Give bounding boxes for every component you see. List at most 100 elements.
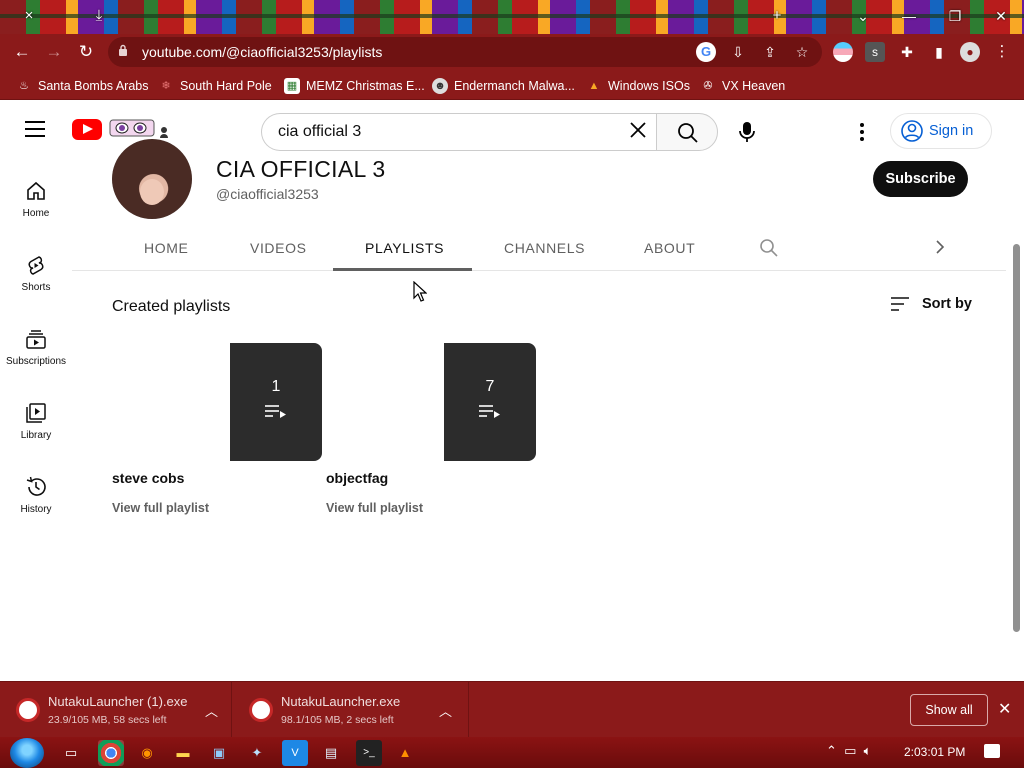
extension-flag-icon[interactable] xyxy=(833,42,853,62)
bookmark-item[interactable]: ❄ South Hard Pole xyxy=(158,76,271,96)
guide-item-home[interactable]: Home xyxy=(0,170,72,230)
extension-s-icon[interactable]: s xyxy=(865,42,885,62)
more-options-icon[interactable] xyxy=(850,120,874,144)
download-status: 98.1/105 MB, 2 secs left xyxy=(281,714,394,726)
app-taskbar-icon[interactable]: V xyxy=(282,740,308,766)
tab-playlists[interactable]: PLAYLISTS xyxy=(365,240,444,256)
start-button[interactable] xyxy=(10,738,44,768)
new-tab-button[interactable]: + xyxy=(764,4,790,28)
home-icon xyxy=(27,181,45,200)
minimize-button[interactable]: — xyxy=(886,0,932,32)
app-taskbar-icon[interactable]: ▣ xyxy=(206,740,232,766)
bookmark-item[interactable]: ♨ Santa Bombs Arabs xyxy=(16,76,148,96)
app-taskbar-icon[interactable]: ▤ xyxy=(318,740,344,766)
firefox-taskbar-icon[interactable]: ◉ xyxy=(134,740,160,766)
subscriptions-icon xyxy=(26,330,46,349)
chevron-up-icon[interactable]: ︿ xyxy=(439,701,452,720)
vlc-taskbar-icon[interactable]: ▲ xyxy=(392,740,418,766)
sign-in-label: Sign in xyxy=(929,123,974,139)
view-full-playlist-link[interactable]: View full playlist xyxy=(112,501,209,515)
channel-name: CIA OFFICIAL 3 xyxy=(216,156,386,182)
google-lens-icon[interactable]: G xyxy=(696,42,716,62)
chevron-up-icon[interactable]: ︿ xyxy=(205,701,218,720)
profile-avatar-icon[interactable]: ● xyxy=(960,42,980,62)
channel-search-icon[interactable] xyxy=(759,238,779,258)
tab-home[interactable]: HOME xyxy=(144,240,188,256)
playlist-title[interactable]: steve cobs xyxy=(112,470,184,486)
download-item[interactable]: NutakuLauncher (1).exe 23.9/105 MB, 58 s… xyxy=(0,682,232,738)
playlist-thumbnail[interactable]: 1 xyxy=(230,343,322,461)
scrollbar-thumb[interactable] xyxy=(1013,244,1020,632)
tab-search-icon[interactable]: ⌄ xyxy=(840,0,886,32)
chrome-menu-icon[interactable]: ⋮ xyxy=(992,42,1012,62)
download-tab-icon[interactable]: ⤓ xyxy=(86,4,112,28)
tab-close-icon[interactable]: × xyxy=(16,4,42,28)
sort-by-button[interactable]: Sort by xyxy=(890,296,972,312)
guide-item-library[interactable]: Library xyxy=(0,392,72,452)
download-item[interactable]: NutakuLauncher.exe 98.1/105 MB, 2 secs l… xyxy=(233,682,469,738)
bookmark-star-icon[interactable]: ☆ xyxy=(792,42,812,62)
active-tab-indicator xyxy=(333,268,472,271)
bookmark-item[interactable]: ☻ Endermanch Malwa... xyxy=(432,76,575,96)
chevron-right-icon[interactable] xyxy=(932,238,948,256)
channel-handle: @ciaofficial3253 xyxy=(216,186,319,202)
tab-channels[interactable]: CHANNELS xyxy=(504,240,585,256)
memz-icon: ▦ xyxy=(284,78,300,94)
back-button[interactable]: ← xyxy=(10,40,34,64)
chrome-taskbar-icon[interactable] xyxy=(98,740,124,766)
download-filename: NutakuLauncher.exe xyxy=(281,694,401,709)
task-view-icon[interactable]: ▭ xyxy=(58,740,84,766)
search-button[interactable] xyxy=(656,113,718,151)
notification-icon[interactable] xyxy=(984,744,1000,758)
windows-taskbar: ▭ ◉ ▬ ▣ ✦ V ▤ >_ ▲ ⌃ ▭ 🔈︎ 2:03:01 PM xyxy=(0,737,1024,768)
show-all-downloads-button[interactable]: Show all xyxy=(910,694,988,726)
clear-search-icon[interactable] xyxy=(628,120,648,140)
side-panel-icon[interactable]: ▮ xyxy=(929,42,949,62)
guide-item-subscriptions[interactable]: Subscriptions xyxy=(0,318,72,378)
tab-videos[interactable]: VIDEOS xyxy=(250,240,307,256)
youtube-doodle-icon[interactable] xyxy=(104,116,170,142)
guide-sidebar: Home Shorts Subscriptions Library Histor… xyxy=(0,160,72,680)
playlist-video-count: 7 xyxy=(485,378,495,395)
bookmark-item[interactable]: ▦ MEMZ Christmas E... xyxy=(284,76,425,96)
browser-toolbar: ← → ↻ youtube.com/@ciaofficial3253/playl… xyxy=(0,34,1024,70)
extensions-puzzle-icon[interactable]: ✚ xyxy=(897,42,917,62)
library-icon xyxy=(26,403,46,423)
windows-iso-icon: ▲ xyxy=(588,80,600,92)
microphone-icon xyxy=(739,122,755,142)
download-progress-icon xyxy=(16,698,40,722)
voice-search-button[interactable] xyxy=(728,113,766,151)
search-input[interactable] xyxy=(278,122,618,142)
restore-button[interactable]: ❐ xyxy=(932,0,978,32)
guide-item-shorts[interactable]: Shorts xyxy=(0,244,72,304)
download-status: 23.9/105 MB, 58 secs left xyxy=(48,714,167,726)
playlist-video-count: 1 xyxy=(271,378,281,395)
view-full-playlist-link[interactable]: View full playlist xyxy=(326,501,423,515)
subscribe-button[interactable]: Subscribe xyxy=(873,161,968,197)
guide-item-history[interactable]: History xyxy=(0,466,72,526)
install-app-icon[interactable]: ⇩ xyxy=(728,42,748,62)
close-window-button[interactable]: ✕ xyxy=(978,0,1024,32)
channel-tabs: HOME VIDEOS PLAYLISTS CHANNELS ABOUT xyxy=(72,228,1006,271)
app-taskbar-icon[interactable]: ✦ xyxy=(244,740,270,766)
bookmark-item[interactable]: ✇ VX Heaven xyxy=(700,76,785,96)
explorer-taskbar-icon[interactable]: ▬ xyxy=(170,740,196,766)
lock-icon xyxy=(119,44,127,56)
address-bar[interactable]: youtube.com/@ciaofficial3253/playlists G… xyxy=(108,37,822,67)
youtube-logo-icon[interactable] xyxy=(72,119,102,140)
system-tray[interactable]: ⌃ ▭ 🔈︎ xyxy=(826,743,871,759)
share-icon[interactable]: ⇪ xyxy=(760,42,780,62)
playlist-title[interactable]: objectfag xyxy=(326,470,388,486)
reload-button[interactable]: ↻ xyxy=(74,40,98,64)
channel-avatar[interactable] xyxy=(112,139,192,219)
close-shelf-icon[interactable]: ✕ xyxy=(998,699,1011,719)
forward-button[interactable]: → xyxy=(42,40,66,64)
bookmarks-bar: ♨ Santa Bombs Arabs ❄ South Hard Pole ▦ MEM… xyxy=(0,70,1024,100)
cmd-taskbar-icon[interactable]: >_ xyxy=(356,740,382,766)
bookmark-item[interactable]: ▲ Windows ISOs xyxy=(586,76,690,96)
playlist-thumbnail[interactable]: 7 xyxy=(444,343,536,461)
clock[interactable]: 2:03:01 PM xyxy=(904,745,965,759)
sign-in-button[interactable]: Sign in xyxy=(890,113,992,149)
menu-hamburger-icon[interactable] xyxy=(25,121,45,137)
tab-about[interactable]: ABOUT xyxy=(644,240,695,256)
